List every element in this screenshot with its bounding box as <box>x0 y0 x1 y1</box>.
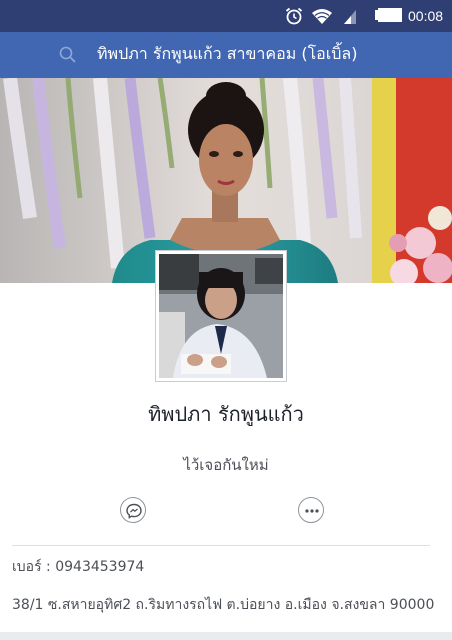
status-bar: 00:08 <box>0 0 452 32</box>
messenger-button[interactable] <box>120 497 146 523</box>
profile-picture[interactable] <box>155 250 287 382</box>
signal-icon <box>344 10 356 24</box>
wifi-icon <box>312 9 332 24</box>
search-query[interactable]: ทิพปภา รักพูนแก้ว สาขาคอม (โอเบิ้ล) <box>97 43 357 65</box>
section-separator <box>0 632 452 640</box>
info-address: 38/1 ซ.สหายอุทิศ2 ถ.ริมทางรถไฟ ต.บ่อยาง … <box>12 597 435 613</box>
more-button[interactable] <box>298 497 324 523</box>
alarm-icon <box>285 7 303 25</box>
messenger-icon <box>126 503 142 519</box>
search-header[interactable]: ทิพปภา รักพูนแก้ว สาขาคอม (โอเบิ้ล) <box>0 32 452 78</box>
status-time: 00:08 <box>408 8 444 24</box>
profile-bio: ไว้เจอกันใหม่ <box>183 456 269 474</box>
search-icon[interactable] <box>58 45 78 65</box>
profile-name: ทิพปภา รักพูนแก้ว <box>148 402 304 426</box>
section-divider <box>12 545 430 546</box>
profile-picture-image <box>159 254 283 378</box>
info-phone: เบอร์ : 0943453974 <box>12 559 145 575</box>
battery-icon <box>375 8 402 22</box>
more-icon <box>305 509 319 513</box>
